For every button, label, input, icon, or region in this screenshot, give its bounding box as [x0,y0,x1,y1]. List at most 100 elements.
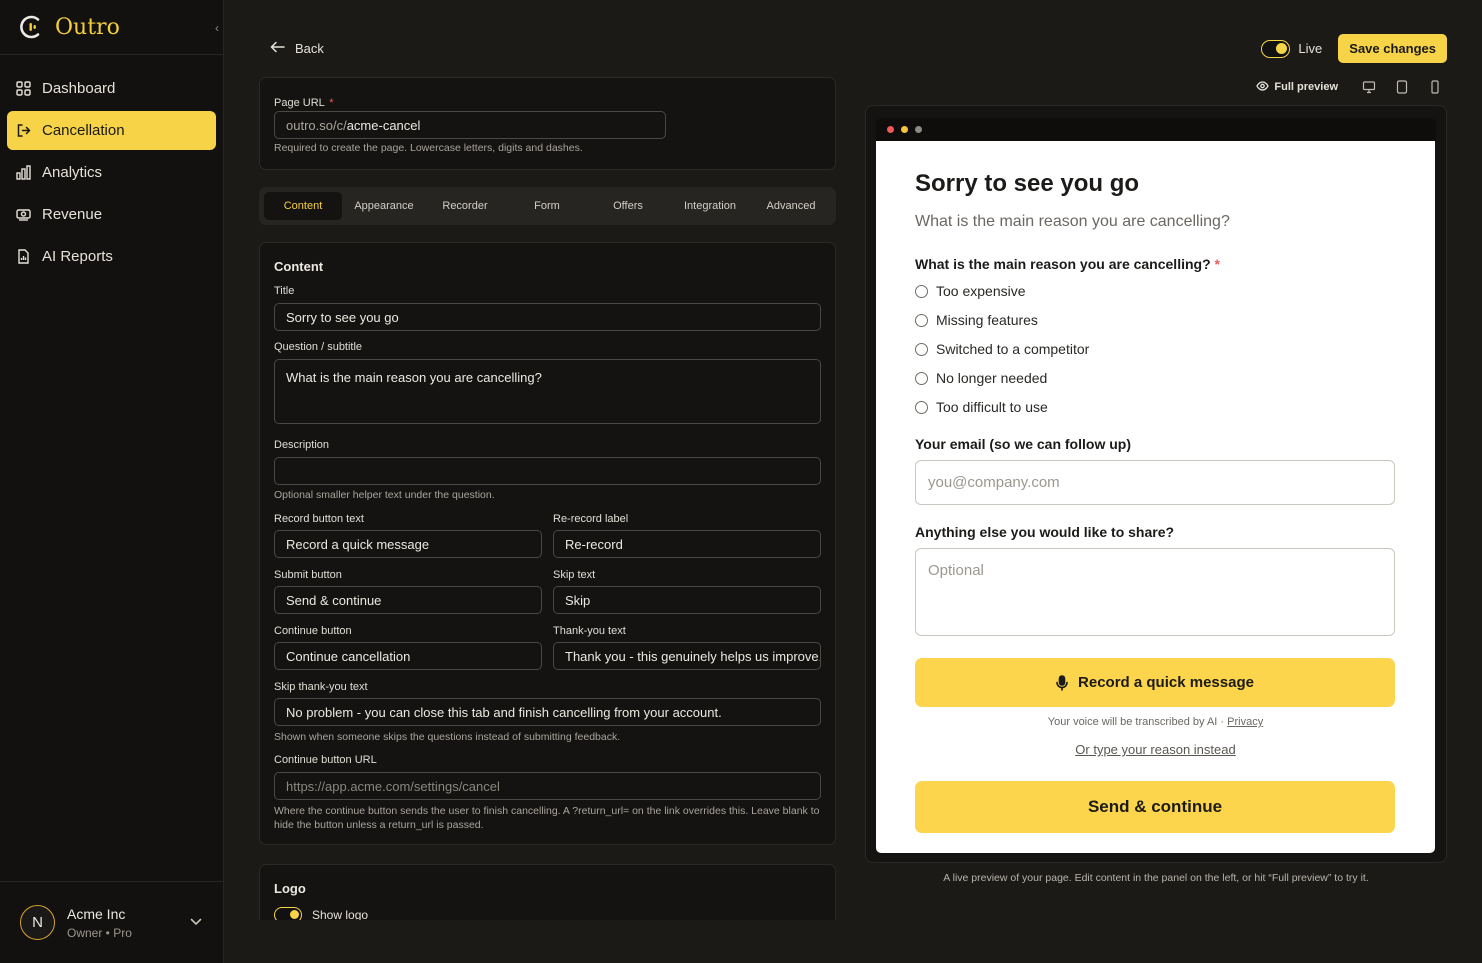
preview-page: Sorry to see you go What is the main rea… [876,141,1435,853]
rerecord-label: Re-record label [553,513,629,525]
tab-recorder[interactable]: Recorder [426,192,504,220]
tab-appearance[interactable]: Appearance [345,192,423,220]
continue-button-input[interactable]: Continue cancellation [274,642,542,670]
email-label: Your email (so we can follow up) [915,436,1131,452]
continue-button-label: Continue button [274,625,352,637]
reason-option-radio[interactable]: Too difficult to use [915,399,1048,415]
record-message-button[interactable]: Record a quick message [915,658,1395,707]
sidebar-item-cancellation[interactable]: Cancellation [7,111,216,150]
back-label: Back [295,41,324,56]
page-url-input[interactable]: outro.so/c/acme-cancel [274,111,666,139]
email-input[interactable]: you@company.com [915,460,1395,505]
sidebar-item-ai-reports[interactable]: AI Reports [7,237,216,276]
sidebar-item-revenue[interactable]: Revenue [7,195,216,234]
record-message-label: Record a quick message [1078,674,1254,691]
full-preview-button[interactable]: Full preview [1274,81,1338,93]
rerecord-input[interactable]: Re-record [553,530,821,558]
maximize-dot-icon [915,126,922,133]
submit-button-input[interactable]: Send & continue [274,586,542,614]
sidebar-item-dashboard[interactable]: Dashboard [7,69,216,108]
desktop-icon[interactable] [1362,80,1376,94]
reason-option-radio[interactable]: Missing features [915,312,1038,328]
bar-chart-icon [16,165,31,180]
share-textarea[interactable]: Optional [915,548,1395,636]
grid-icon [16,81,31,96]
send-continue-button[interactable]: Send & continue [915,781,1395,833]
required-marker: * [329,97,334,109]
transcribe-note: Your voice will be transcribed by AI · P… [1047,716,1264,728]
page-url-slug: acme-cancel [346,117,421,133]
reason-option-radio[interactable]: Too expensive [915,283,1026,299]
record-button-text-label: Record button text [274,513,364,525]
logo-panel: Logo Show logo [259,864,836,920]
chevron-down-icon [190,915,202,929]
type-reason-link[interactable]: Or type your reason instead [876,742,1435,757]
report-icon [16,249,31,264]
skip-text-label: Skip text [553,569,596,581]
tab-offers[interactable]: Offers [589,192,667,220]
account-switcher[interactable]: N Acme Inc Owner • Pro [0,881,224,963]
show-logo-toggle[interactable] [274,907,302,920]
question-textarea[interactable]: What is the main reason you are cancelli… [274,359,821,424]
microphone-icon [1056,674,1068,691]
tab-advanced[interactable]: Advanced [752,192,830,220]
content-section-title: Content [274,259,324,274]
close-dot-icon [887,126,894,133]
tablet-icon[interactable] [1395,80,1409,94]
reason-option-label: Too expensive [936,283,1026,299]
browser-chrome [876,118,1436,142]
reason-option-radio[interactable]: No longer needed [915,370,1047,386]
mobile-icon[interactable] [1428,80,1442,94]
thank-you-text-label: Thank-you text [553,625,626,637]
skip-thank-you-label: Skip thank-you text [274,681,368,693]
continue-url-input[interactable]: https://app.acme.com/settings/cancel [274,772,821,800]
privacy-link[interactable]: Privacy [1227,716,1263,728]
thank-you-text-input[interactable]: Thank you - this genuinely helps us impr… [553,642,821,670]
money-icon [16,207,31,222]
reason-option-radio[interactable]: Switched to a competitor [915,341,1089,357]
tab-content[interactable]: Content [264,192,342,220]
question-label: Question / subtitle [274,341,363,353]
description-help: Optional smaller helper text under the q… [274,489,495,501]
sidebar-item-label: Cancellation [42,122,125,139]
title-label: Title [274,285,295,297]
brand[interactable]: Outro ‹ [0,0,223,55]
preview-controls: Full preview [1256,80,1442,94]
publish-controls: Live Save changes [1261,34,1447,63]
continue-url-label: Continue button URL [274,754,377,766]
tab-form[interactable]: Form [508,192,586,220]
continue-url-help: Where the continue button sends the user… [274,805,820,831]
sidebar: Outro ‹ Dashboard Cancellation Analytics [0,0,224,963]
eye-icon [1256,80,1270,94]
arrow-left-icon [270,40,285,57]
page-url-help: Required to create the page. Lowercase l… [274,142,583,154]
outro-logo-icon [17,13,45,41]
reason-option-label: Too difficult to use [936,399,1048,415]
account-role: Owner • Pro [67,925,132,940]
sidebar-item-analytics[interactable]: Analytics [7,153,216,192]
live-toggle[interactable] [1261,39,1291,58]
back-link[interactable]: Back [270,40,324,57]
editor-tabs: Content Appearance Recorder Form Offers … [259,187,836,225]
record-button-text-input[interactable]: Record a quick message [274,530,542,558]
account-name: Acme Inc [67,905,126,922]
sidebar-item-label: AI Reports [42,248,113,265]
description-input[interactable] [274,457,821,485]
live-label: Live [1298,41,1323,56]
reason-option-label: Missing features [936,312,1038,328]
preview-subtitle: What is the main reason you are cancelli… [915,213,1230,230]
page-url-prefix: outro.so/c/ [286,117,347,133]
content-panel: Content Title Sorry to see you go Questi… [259,242,836,845]
skip-text-input[interactable]: Skip [553,586,821,614]
preview-caption: A live preview of your page. Edit conten… [943,872,1369,884]
page-url-label: Page URL [274,97,325,109]
skip-thank-you-help: Shown when someone skips the questions i… [274,731,621,743]
reason-option-label: No longer needed [936,370,1048,386]
title-input[interactable]: Sorry to see you go [274,303,821,331]
tab-integration[interactable]: Integration [671,192,749,220]
skip-thank-you-input[interactable]: No problem - you can close this tab and … [274,698,821,726]
avatar: N [20,905,55,940]
description-label: Description [274,439,330,451]
collapse-sidebar-icon[interactable]: ‹ [210,19,224,37]
save-changes-button[interactable]: Save changes [1338,34,1447,63]
